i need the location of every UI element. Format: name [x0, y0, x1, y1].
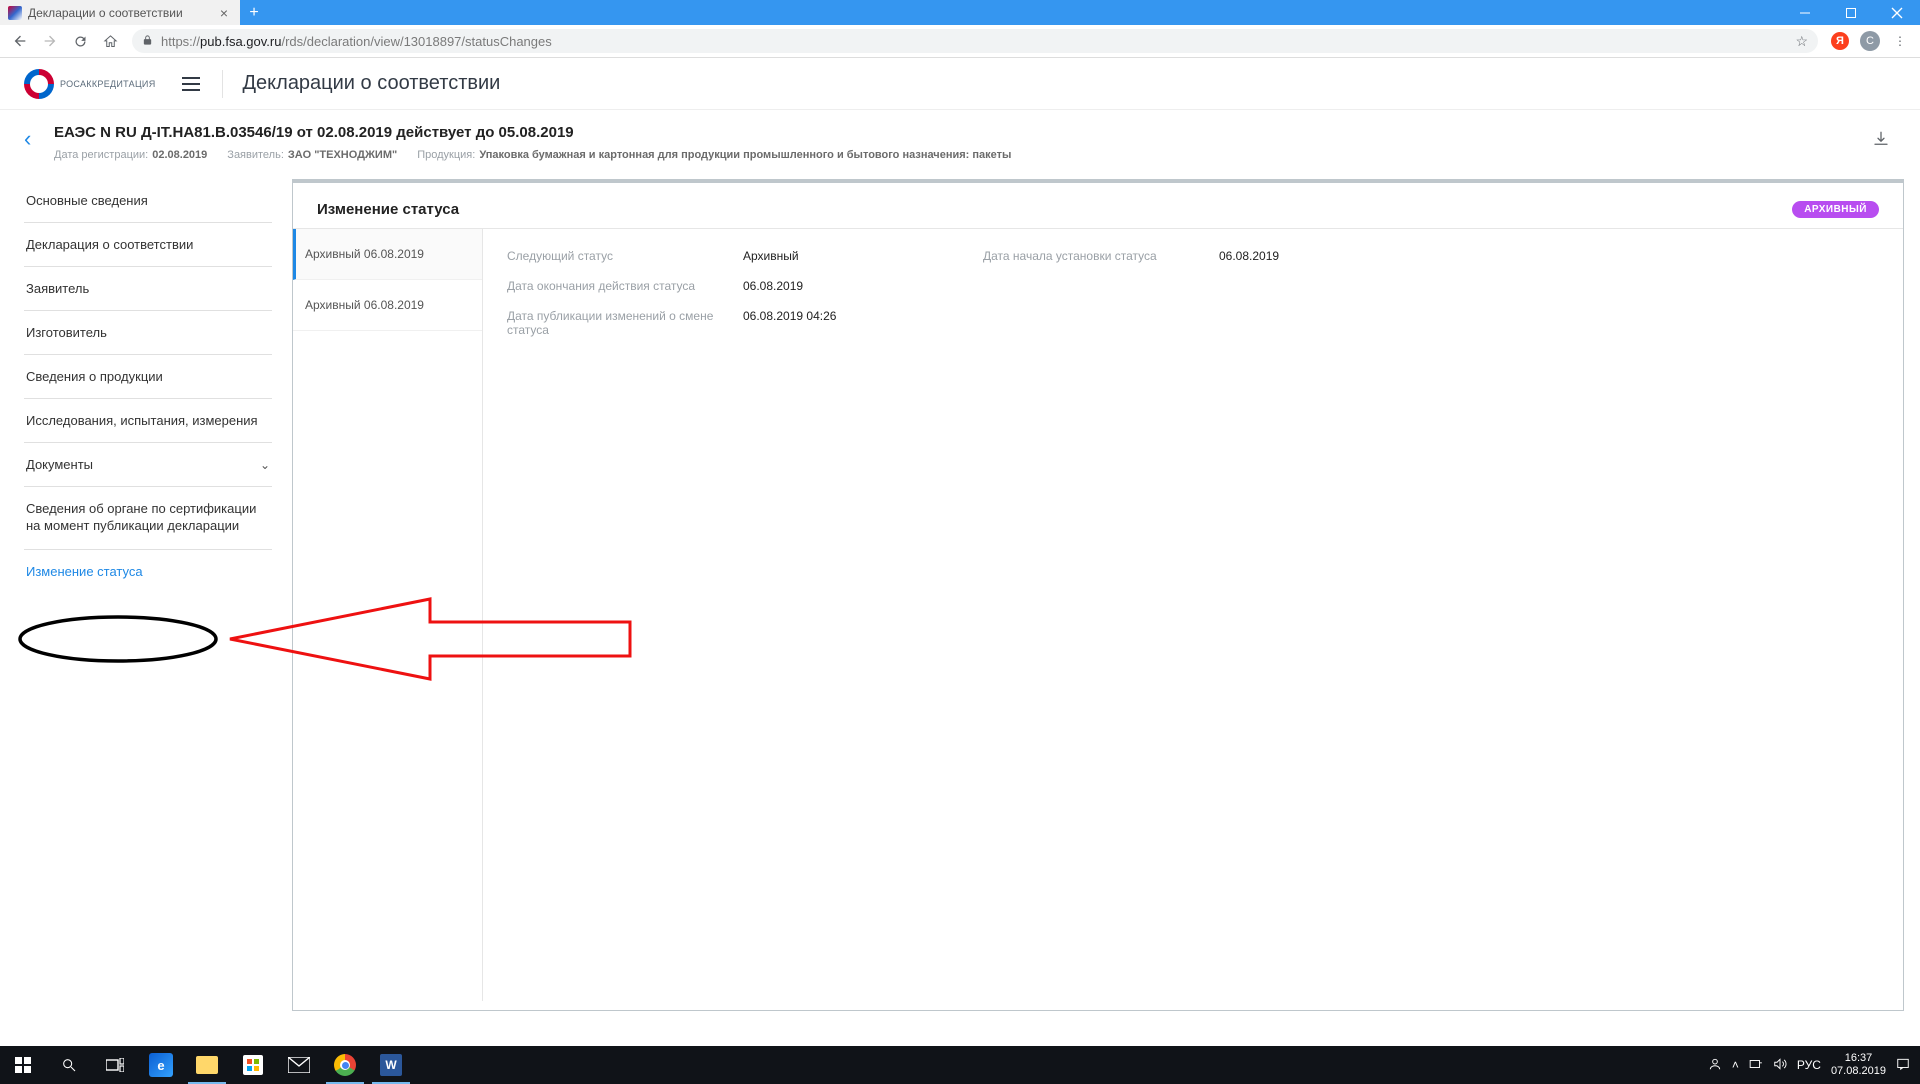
status-history-row[interactable]: Архивный 06.08.2019 [293, 229, 482, 280]
tray-language[interactable]: РУС [1797, 1058, 1821, 1072]
system-tray: ˄ РУС 16:37 07.08.2019 [1698, 1052, 1920, 1077]
sidebar-item-declaration[interactable]: Декларация о соответствии [24, 223, 272, 267]
divider-vertical [222, 70, 223, 98]
bookmark-star-icon[interactable]: ☆ [1795, 33, 1808, 50]
window-minimize-button[interactable] [1782, 0, 1828, 25]
back-chevron-icon[interactable]: ‹ [24, 126, 48, 152]
logo-text: РОСАККРЕДИТАЦИЯ [60, 79, 156, 89]
tray-notifications-icon[interactable] [1896, 1057, 1910, 1074]
detail-pub-date-value: 06.08.2019 04:26 [743, 309, 983, 337]
tray-volume-icon[interactable] [1773, 1057, 1787, 1074]
taskbar-app-edge[interactable]: e [138, 1046, 184, 1084]
sidebar-item-manufacturer[interactable]: Изготовитель [24, 311, 272, 355]
detail-pub-date-label: Дата публикации изменений о смене статус… [507, 309, 743, 337]
tray-people-icon[interactable] [1708, 1057, 1722, 1074]
sidebar-item-cert-authority[interactable]: Сведения об органе по сертификации на мо… [24, 487, 272, 550]
meta-regdate-label: Дата регистрации: [54, 149, 148, 161]
taskbar-search-button[interactable] [46, 1046, 92, 1084]
declaration-header: ‹ ЕАЭС N RU Д-IT.НА81.В.03546/19 от 02.0… [0, 110, 1920, 171]
logo-mark-icon [24, 69, 54, 99]
taskbar-taskview-button[interactable] [92, 1046, 138, 1084]
status-history-row[interactable]: Архивный 06.08.2019 [293, 280, 482, 331]
window-maximize-button[interactable] [1828, 0, 1874, 25]
detail-start-date-label: Дата начала установки статуса [983, 249, 1219, 263]
sidebar-item-basic-info[interactable]: Основные сведения [24, 179, 272, 223]
profile-avatar-icon[interactable]: С [1856, 27, 1884, 55]
tray-clock[interactable]: 16:37 07.08.2019 [1831, 1052, 1886, 1077]
tray-chevron-up-icon[interactable]: ˄ [1732, 1058, 1739, 1072]
detail-end-date-label: Дата окончания действия статуса [507, 279, 743, 293]
browser-toolbar: https://pub.fsa.gov.ru/rds/declaration/v… [0, 25, 1920, 58]
status-details: Следующий статус Архивный Дата начала ус… [483, 229, 1903, 1001]
detail-end-date-value: 06.08.2019 [743, 279, 983, 293]
meta-product-label: Продукция: [417, 149, 475, 161]
taskbar-app-store[interactable] [230, 1046, 276, 1084]
declaration-title: ЕАЭС N RU Д-IT.НА81.В.03546/19 от 02.08.… [54, 124, 1866, 141]
nav-reload-button[interactable] [66, 27, 94, 55]
menu-toggle-button[interactable] [174, 67, 208, 101]
status-history-list: Архивный 06.08.2019 Архивный 06.08.2019 [293, 229, 483, 1001]
panel-heading: Изменение статуса [317, 201, 459, 218]
page-title: Декларации о соответствии [243, 72, 501, 95]
browser-titlebar: Декларации о соответствии × + [0, 0, 1920, 25]
browser-menu-button[interactable]: ⋮ [1886, 27, 1914, 55]
chevron-down-icon: ⌄ [260, 458, 270, 472]
nav-home-button[interactable] [96, 27, 124, 55]
nav-forward-button[interactable] [36, 27, 64, 55]
windows-taskbar: e W ˄ РУС 16:37 07.08.2019 [0, 1046, 1920, 1084]
download-button[interactable] [1866, 124, 1896, 159]
app-header: РОСАККРЕДИТАЦИЯ Декларации о соответстви… [0, 58, 1920, 110]
new-tab-button[interactable]: + [240, 0, 268, 25]
extension-yandex-icon[interactable]: Я [1826, 27, 1854, 55]
app-logo[interactable]: РОСАККРЕДИТАЦИЯ [24, 69, 156, 99]
sidebar-item-research[interactable]: Исследования, испытания, измерения [24, 399, 272, 443]
detail-start-date-value: 06.08.2019 [1219, 249, 1279, 263]
meta-applicant-value: ЗАО "ТЕХНОДЖИМ" [288, 149, 397, 161]
main-panel: Изменение статуса АРХИВНЫЙ Архивный 06.0… [292, 179, 1904, 1011]
favicon-icon [8, 6, 22, 20]
window-close-button[interactable] [1874, 0, 1920, 25]
sidebar: Основные сведения Декларация о соответст… [24, 179, 272, 1011]
tray-network-icon[interactable] [1749, 1057, 1763, 1074]
meta-regdate-value: 02.08.2019 [152, 149, 207, 161]
nav-back-button[interactable] [6, 27, 34, 55]
taskbar-app-explorer[interactable] [184, 1046, 230, 1084]
sidebar-item-applicant[interactable]: Заявитель [24, 267, 272, 311]
taskbar-start-button[interactable] [0, 1046, 46, 1084]
taskbar-app-mail[interactable] [276, 1046, 322, 1084]
detail-next-status-label: Следующий статус [507, 249, 743, 263]
lock-icon [142, 34, 153, 49]
sidebar-item-product-info[interactable]: Сведения о продукции [24, 355, 272, 399]
tab-close-icon[interactable]: × [216, 5, 232, 21]
taskbar-app-chrome[interactable] [322, 1046, 368, 1084]
browser-tab[interactable]: Декларации о соответствии × [0, 0, 240, 25]
meta-product-value: Упаковка бумажная и картонная для продук… [479, 149, 1011, 161]
taskbar-app-word[interactable]: W [368, 1046, 414, 1084]
sidebar-item-documents[interactable]: Документы⌄ [24, 443, 272, 487]
omnibox-url: https://pub.fsa.gov.ru/rds/declaration/v… [161, 34, 552, 49]
omnibox[interactable]: https://pub.fsa.gov.ru/rds/declaration/v… [132, 29, 1818, 53]
detail-next-status-value: Архивный [743, 249, 983, 263]
status-badge: АРХИВНЫЙ [1792, 201, 1879, 218]
sidebar-item-status-change[interactable]: Изменение статуса [24, 550, 272, 593]
tab-title: Декларации о соответствии [28, 6, 216, 20]
meta-applicant-label: Заявитель: [227, 149, 284, 161]
